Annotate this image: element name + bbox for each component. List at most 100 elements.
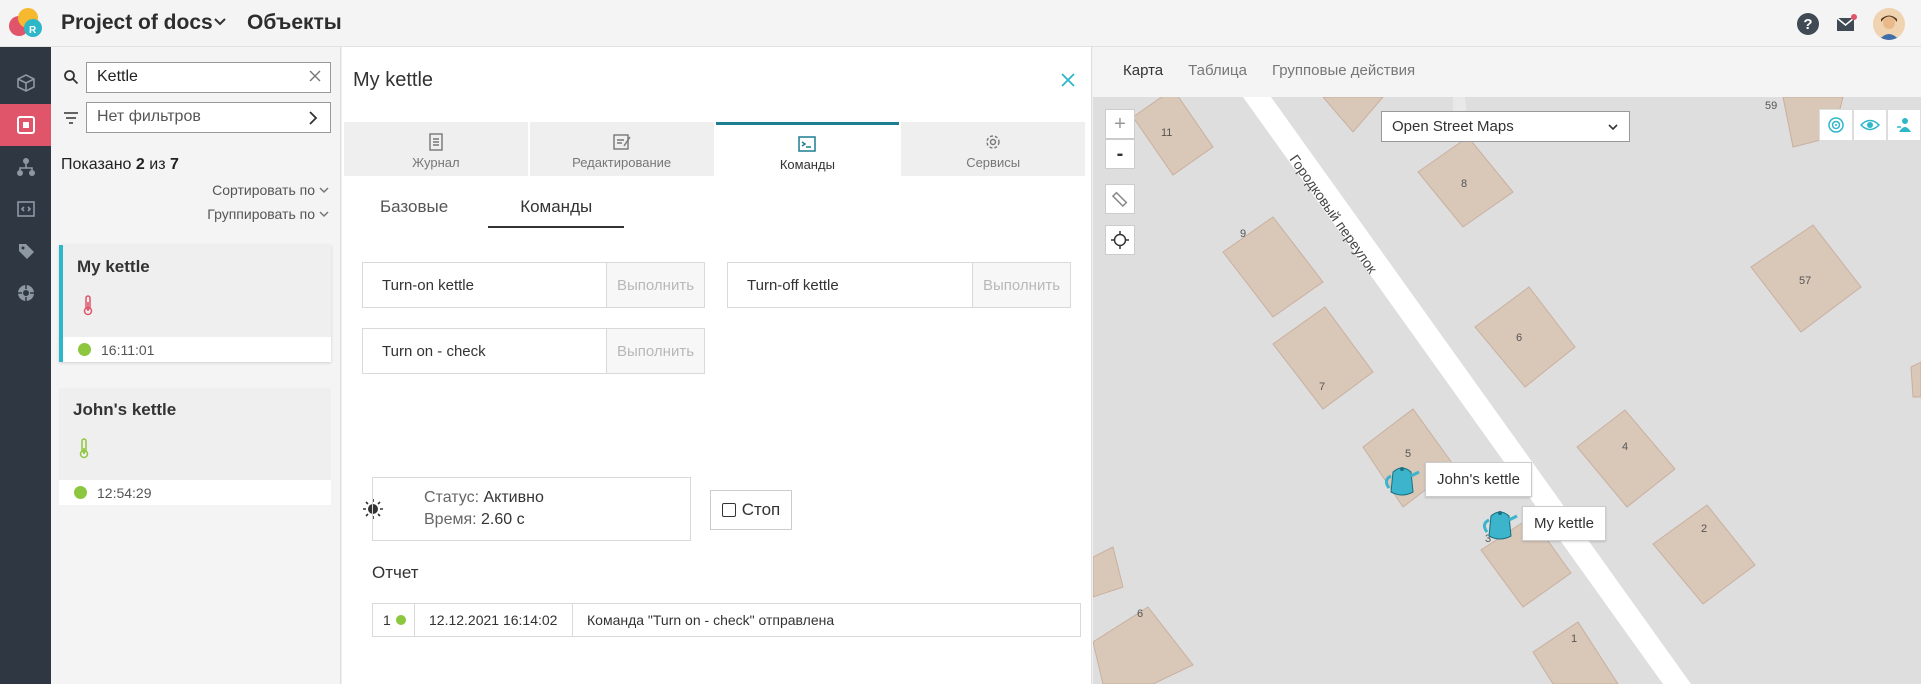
tab-label: Команды	[779, 156, 835, 172]
command-name: Turn on - check	[382, 343, 486, 360]
rail-item-code[interactable]	[0, 188, 51, 230]
sort-by-dropdown[interactable]: Сортировать по	[212, 182, 330, 198]
user-avatar[interactable]	[1873, 8, 1905, 40]
tab-services[interactable]: Сервисы	[901, 122, 1085, 176]
left-rail	[0, 47, 51, 684]
clear-search-icon[interactable]	[307, 68, 323, 84]
house-number: 57	[1799, 275, 1811, 287]
detail-tabs: Журнал Редактирование Команды Сервисы	[344, 122, 1085, 176]
filter-field[interactable]: Нет фильтров	[86, 102, 331, 133]
rail-item-tags[interactable]	[0, 230, 51, 272]
map-layer-select[interactable]: Open Street Maps	[1381, 111, 1630, 142]
services-gear-icon	[986, 135, 1000, 149]
shown-prefix: Показано	[61, 156, 132, 173]
chevron-right-icon[interactable]	[306, 110, 320, 126]
visibility-tool[interactable]	[1853, 109, 1887, 141]
rail-item-monitoring[interactable]	[0, 104, 51, 146]
mail-icon[interactable]	[1835, 13, 1857, 35]
close-icon[interactable]	[1059, 71, 1077, 89]
building	[1093, 546, 1124, 598]
map-canvas[interactable]: 11 59 8 9 57 6 7 5 4 2 3 6 1 Городковый …	[1093, 97, 1921, 684]
ruler-button[interactable]	[1105, 184, 1135, 214]
tab-group-actions[interactable]: Групповые действия	[1272, 62, 1415, 79]
execute-button[interactable]: Выполнить	[606, 329, 704, 373]
house-number: 6	[1137, 608, 1143, 620]
sort-by-label: Сортировать по	[212, 182, 315, 198]
stop-button[interactable]: Стоп	[710, 490, 792, 530]
tab-edit[interactable]: Редактирование	[529, 122, 714, 176]
online-status-dot	[74, 486, 87, 499]
ruler-icon	[1111, 191, 1128, 208]
map-tools	[1819, 109, 1921, 141]
status-label: Статус:	[424, 489, 480, 506]
building	[1132, 97, 1214, 176]
command-row: Turn-on kettle Выполнить	[362, 262, 705, 308]
tab-label: Журнал	[412, 155, 460, 170]
search-icon	[64, 70, 79, 85]
subtab-commands[interactable]: Команды	[488, 192, 625, 228]
chevron-down-icon	[319, 211, 329, 218]
project-name[interactable]: Project of docs	[61, 11, 213, 35]
rail-item-integrations[interactable]	[0, 272, 51, 314]
top-icons: ?	[1797, 8, 1905, 40]
building	[1222, 216, 1324, 318]
app-logo[interactable]: R	[6, 6, 46, 42]
object-card-johns-kettle[interactable]: John's kettle 12:54:29	[59, 388, 331, 505]
house-number: 59	[1765, 100, 1777, 112]
house-number: 7	[1319, 381, 1325, 393]
kettle-marker-icon[interactable]	[1481, 508, 1519, 542]
card-title: My kettle	[77, 257, 150, 276]
tags-icon	[18, 244, 34, 259]
rail-item-hierarchy[interactable]	[0, 146, 51, 188]
marker-label[interactable]: My kettle	[1522, 506, 1607, 541]
thermometer-icon	[79, 438, 89, 459]
execute-button[interactable]: Выполнить	[972, 263, 1070, 307]
map-tiles: 11 59 8 9 57 6 7 5 4 2 3 6 1 Городковый …	[1093, 97, 1921, 684]
card-title: John's kettle	[73, 400, 177, 419]
chevron-down-icon[interactable]	[212, 14, 228, 30]
search-input[interactable]: Kettle	[86, 62, 331, 93]
tab-journal[interactable]: Журнал	[344, 122, 528, 176]
map-tabs: Карта Таблица Групповые действия	[1123, 62, 1415, 79]
help-icon[interactable]: ?	[1797, 13, 1819, 35]
tab-commands[interactable]: Команды	[715, 122, 900, 176]
object-list-panel: Kettle Нет фильтров Показано 2 из 7 Сорт…	[51, 47, 341, 684]
house-number: 4	[1622, 441, 1628, 453]
command-status-box: Статус: Активно Время: 2.60 с	[372, 477, 691, 541]
command-row: Turn on - check Выполнить	[362, 328, 705, 374]
object-detail-panel: My kettle Журнал Редактирование Команды …	[342, 47, 1092, 684]
marker-label[interactable]: John's kettle	[1425, 462, 1532, 497]
group-by-dropdown[interactable]: Группировать по	[207, 206, 330, 222]
target-tool[interactable]	[1819, 109, 1853, 141]
tab-map[interactable]: Карта	[1123, 62, 1163, 79]
users-tool[interactable]	[1887, 109, 1921, 141]
tab-label: Сервисы	[966, 155, 1021, 170]
zoom-out-button[interactable]: -	[1105, 139, 1135, 169]
object-card-my-kettle[interactable]: My kettle 16:11:01	[59, 245, 331, 362]
subtab-basic[interactable]: Базовые	[360, 192, 468, 228]
card-footer: 12:54:29	[59, 480, 331, 505]
locate-button[interactable]	[1105, 225, 1135, 255]
kettle-marker-icon[interactable]	[1383, 464, 1421, 498]
edit-icon	[612, 134, 631, 150]
building	[1474, 286, 1576, 388]
execute-button[interactable]: Выполнить	[606, 263, 704, 307]
zoom-in-button[interactable]: +	[1105, 109, 1135, 139]
eye-icon	[1860, 119, 1880, 131]
report-row: 1 12.12.2021 16:14:02 Команда "Turn on -…	[372, 603, 1081, 637]
command-subtabs: Базовые Команды	[360, 192, 644, 228]
shown-of: из	[149, 156, 166, 173]
rail-item-objects[interactable]	[0, 62, 51, 104]
house-number: 1	[1571, 633, 1577, 645]
house-number: 8	[1461, 178, 1467, 190]
house-number: 5	[1405, 448, 1411, 460]
group-by-label: Группировать по	[207, 206, 315, 222]
code-icon	[16, 201, 35, 217]
command-row: Turn-off kettle Выполнить	[727, 262, 1071, 308]
stop-checkbox[interactable]	[721, 503, 736, 517]
building	[1532, 621, 1619, 684]
shown-number: 2	[135, 156, 145, 173]
tab-table[interactable]: Таблица	[1188, 62, 1247, 79]
report-heading: Отчет	[372, 563, 419, 582]
terminal-icon	[798, 135, 817, 152]
